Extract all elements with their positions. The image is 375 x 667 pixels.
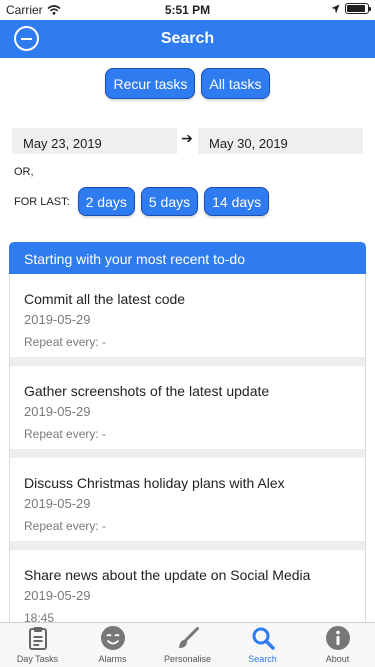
clipboard-icon <box>28 627 47 650</box>
smiley-icon <box>100 626 125 650</box>
last-2-days-button[interactable]: 2 days <box>77 187 135 216</box>
task-repeat: Repeat every: - <box>24 427 107 441</box>
tab-label: Personalise <box>163 654 212 664</box>
search-icon <box>252 627 275 650</box>
task-card[interactable]: Gather screenshots of the latest update … <box>10 366 365 449</box>
task-title: Gather screenshots of the latest update <box>24 383 270 399</box>
battery-icon <box>345 3 371 14</box>
task-card[interactable]: Share news about the update on Social Me… <box>10 550 365 622</box>
last-5-days-button[interactable]: 5 days <box>140 187 199 216</box>
task-date: 2019-05-29 <box>24 588 91 603</box>
page-title: Search <box>160 30 215 47</box>
start-date-field[interactable]: May 23, 2019 <box>12 128 177 154</box>
arrow-right-icon: ➔ <box>181 130 193 146</box>
task-filter-row: Recur tasks All tasks <box>0 68 375 99</box>
task-date: 2019-05-29 <box>24 404 91 419</box>
tab-bar: Day Tasks Alarms Personalise Search Abou… <box>0 622 375 667</box>
tab-personalise[interactable]: Personalise <box>150 623 225 667</box>
nav-bar: Search <box>0 20 375 58</box>
brush-icon <box>178 627 199 648</box>
for-last-label: FOR LAST: <box>14 195 70 208</box>
section-header: Starting with your most recent to-do <box>9 242 366 274</box>
end-date-field[interactable]: May 30, 2019 <box>198 128 363 154</box>
task-repeat: Repeat every: - <box>24 335 107 349</box>
all-tasks-button[interactable]: All tasks <box>201 68 270 99</box>
status-right <box>331 3 371 14</box>
task-list[interactable]: Commit all the latest code 2019-05-29 Re… <box>9 274 366 622</box>
task-title: Commit all the latest code <box>24 291 186 307</box>
battery-level <box>347 5 365 12</box>
task-title: Discuss Christmas holiday plans with Ale… <box>24 475 285 491</box>
task-date: 2019-05-29 <box>24 496 91 511</box>
for-last-row: FOR LAST: 2 days 5 days 14 days <box>14 187 270 216</box>
task-time: 18:45 <box>24 611 55 622</box>
task-card[interactable]: Discuss Christmas holiday plans with Ale… <box>10 458 365 541</box>
tab-search[interactable]: Search <box>225 623 300 667</box>
tab-about[interactable]: About <box>300 623 375 667</box>
task-date: 2019-05-29 <box>24 312 91 327</box>
or-label: OR, <box>14 166 34 178</box>
location-arrow-icon <box>331 4 340 13</box>
tab-alarms[interactable]: Alarms <box>75 623 150 667</box>
task-title: Share news about the update on Social Me… <box>24 567 311 583</box>
tab-label: Search <box>248 654 277 664</box>
status-bar: Carrier 5:51 PM <box>0 0 375 20</box>
tab-label: About <box>325 654 350 664</box>
info-icon <box>325 626 350 650</box>
status-time: 5:51 PM <box>164 3 211 17</box>
last-14-days-button[interactable]: 14 days <box>204 187 270 216</box>
task-card[interactable]: Commit all the latest code 2019-05-29 Re… <box>10 274 365 357</box>
recur-tasks-button[interactable]: Recur tasks <box>105 68 196 99</box>
tab-label: Day Tasks <box>16 654 59 664</box>
tab-label: Alarms <box>98 654 127 664</box>
tab-day-tasks[interactable]: Day Tasks <box>0 623 75 667</box>
date-range: May 23, 2019 ➔ May 30, 2019 <box>12 128 363 154</box>
task-repeat: Repeat every: - <box>24 519 107 533</box>
